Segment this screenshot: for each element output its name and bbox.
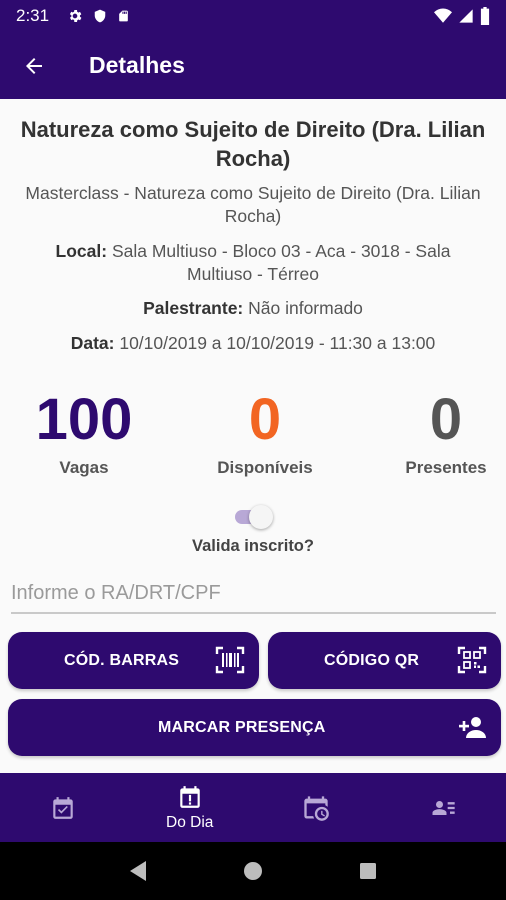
triangle-back-icon	[129, 861, 146, 881]
signal-icon	[459, 9, 473, 23]
stat-disponiveis-value: 0	[248, 387, 282, 452]
speaker-label: Palestrante:	[143, 298, 244, 318]
stats-row: 100 Vagas 0 Disponíveis 0 Presentes	[0, 384, 506, 484]
event-date: Data: 10/10/2019 a 10/10/2019 - 11:30 a …	[0, 332, 506, 355]
event-title: Natureza como Sujeito de Direito (Dra. L…	[20, 117, 486, 171]
back-button[interactable]	[4, 36, 64, 96]
status-time: 2:31	[16, 6, 50, 25]
event-local: Local: Sala Multiuso - Bloco 03 - Aca - …	[0, 240, 506, 286]
system-navigation	[0, 842, 506, 900]
event-speaker: Palestrante: Não informado	[0, 297, 506, 320]
contact-list-icon	[432, 800, 455, 815]
speaker-value: Não informado	[243, 298, 363, 318]
event-subtitle: Masterclass - Natureza como Sujeito de D…	[25, 183, 481, 226]
mark-presence-button[interactable]: MARCAR PRESENÇA	[8, 699, 501, 756]
stat-presentes: 0 Presentes	[362, 384, 506, 478]
calendar-clock-icon	[304, 795, 330, 821]
barcode-button[interactable]: CÓD. BARRAS	[8, 632, 259, 689]
toggle-thumb	[249, 505, 273, 529]
nav-item-do-dia[interactable]: Do Dia	[127, 773, 254, 842]
nav-label-do-dia: Do Dia	[166, 813, 214, 831]
nav-item-inscricoes[interactable]	[0, 773, 127, 842]
qr-code-scan-icon	[457, 646, 487, 674]
bottom-navigation: Do Dia	[0, 773, 506, 842]
stat-vagas: 100 Vagas	[0, 384, 168, 478]
event-details: Natureza como Sujeito de Direito (Dra. L…	[0, 99, 506, 773]
date-label: Data:	[70, 333, 115, 353]
qr-code-button[interactable]: CÓDIGO QR	[268, 632, 501, 689]
nav-item-agenda[interactable]	[253, 773, 380, 842]
calendar-alert-icon	[180, 785, 200, 808]
stat-vagas-label: Vagas	[59, 458, 109, 477]
validate-toggle[interactable]	[233, 503, 273, 529]
shield-icon	[94, 9, 106, 23]
stat-disponiveis: 0 Disponíveis	[181, 384, 349, 478]
date-value: 10/10/2019 a 10/10/2019 - 11:30 a 13:00	[114, 333, 436, 353]
wifi-icon	[434, 8, 452, 23]
stat-disponiveis-label: Disponíveis	[217, 458, 313, 477]
system-home-button[interactable]	[233, 851, 273, 891]
search-field	[11, 574, 496, 614]
arrow-back-icon	[26, 57, 42, 74]
system-back-button[interactable]	[118, 851, 158, 891]
stat-presentes-label: Presentes	[405, 458, 487, 477]
person-add-icon	[459, 717, 486, 738]
ra-drt-cpf-input[interactable]	[11, 574, 496, 612]
app-bar: Detalhes	[0, 32, 506, 99]
stat-vagas-value: 100	[35, 387, 133, 452]
validate-toggle-group: Valida inscrito?	[0, 503, 506, 556]
settings-gear-icon	[70, 10, 82, 22]
local-label: Local:	[55, 241, 108, 261]
local-value: Sala Multiuso - Bloco 03 - Aca - 3018 - …	[107, 241, 451, 284]
qr-button-label: CÓDIGO QR	[324, 651, 420, 669]
barcode-button-label: CÓD. BARRAS	[64, 651, 180, 669]
stat-presentes-value: 0	[429, 387, 463, 452]
circle-home-icon	[243, 862, 262, 880]
sd-card-icon	[119, 10, 128, 22]
page-title: Detalhes	[89, 52, 185, 78]
barcode-scan-icon	[215, 646, 245, 674]
nav-item-contatos[interactable]	[380, 773, 506, 842]
presence-button-label: MARCAR PRESENÇA	[158, 718, 326, 736]
system-recents-button[interactable]	[348, 851, 388, 891]
battery-icon	[480, 7, 490, 25]
validate-toggle-label: Valida inscrito?	[192, 537, 314, 555]
calendar-check-icon	[53, 796, 73, 819]
status-bar: 2:31	[0, 0, 506, 32]
square-recents-icon	[360, 863, 377, 879]
